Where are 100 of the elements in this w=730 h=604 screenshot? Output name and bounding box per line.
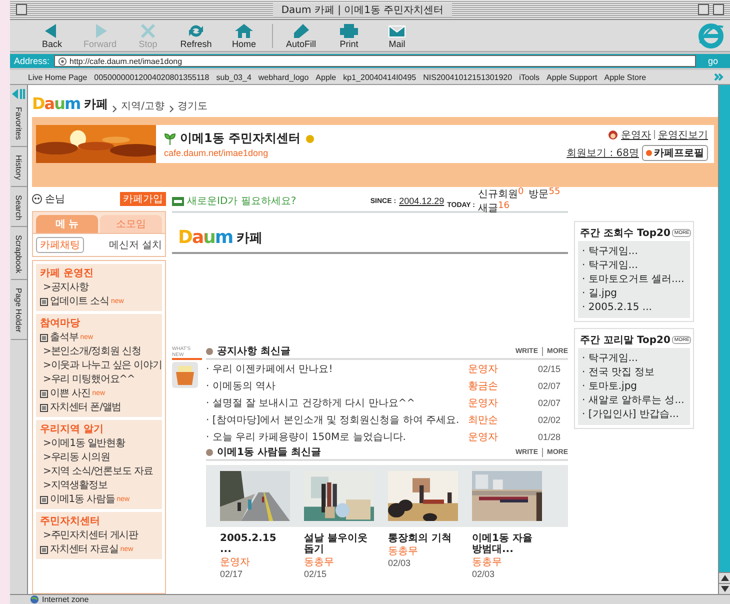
stat-label: 신규회원 <box>478 188 518 201</box>
ranking-item[interactable]: · 전국 맛집 정보 <box>582 366 686 379</box>
menu-link[interactable]: >지역 소식/언론보도 자료 <box>40 465 153 479</box>
favorite-link[interactable]: Apple Store <box>604 72 646 82</box>
favorite-link[interactable]: Apple <box>316 72 336 82</box>
pen-icon <box>291 22 311 38</box>
post-title[interactable]: · [참여마당]에서 본인소개 및 정회원신청을 하여 주세요. <box>206 412 468 426</box>
ranking-title: 주간 조회수 Top20 <box>580 227 670 240</box>
favorite-link[interactable]: sub_03_4 <box>216 72 252 82</box>
post-title[interactable]: 2005.2.15 ... <box>220 533 290 555</box>
ranking-item[interactable]: · 토마토.jpg <box>582 380 686 393</box>
favorite-link[interactable]: 00500000012004020801355118 <box>94 72 210 82</box>
post-author: 황금손 <box>468 380 499 392</box>
board-title[interactable]: 이메1동 사람들 최신글 <box>217 445 321 459</box>
ranking-item[interactable]: · 탁구게임... <box>582 259 686 272</box>
menu-link[interactable]: 출석부 <box>50 331 78 345</box>
board-title[interactable]: 공지사항 최신글 <box>217 344 290 358</box>
ranking-item[interactable]: · 토마토오거트 셀러.... <box>582 273 686 286</box>
favorite-link[interactable]: iTools <box>519 72 540 82</box>
breadcrumb-link[interactable]: 지역/고향 <box>121 99 165 113</box>
menu-link[interactable]: 업데이트 소식 <box>50 295 109 309</box>
zoom-box[interactable] <box>698 4 709 15</box>
toolbar-button[interactable]: Back <box>28 22 76 48</box>
profile-button[interactable]: 카페프로필 <box>642 144 708 160</box>
toolbar-button[interactable]: Home <box>220 22 268 48</box>
post-title[interactable]: · 우리 이젠카페에서 만나요! <box>206 362 468 376</box>
favorite-link[interactable]: Apple Support <box>546 72 598 82</box>
ranking-item[interactable]: · 탁구게임... <box>582 245 686 258</box>
menu-link[interactable]: 자치센터 폰/앨범 <box>50 401 122 415</box>
toolbar-button[interactable]: AutoFill <box>277 22 325 48</box>
ranking-title: 주간 꼬리말 Top20 <box>580 334 670 347</box>
up-arrow-icon[interactable] <box>720 575 728 581</box>
address-field[interactable]: http://cafe.daum.net/imae1dong <box>54 55 696 67</box>
cafe-label[interactable]: 카페 <box>84 96 108 113</box>
chevron-icon <box>168 105 174 113</box>
text-link[interactable]: 운영진보기 <box>658 128 708 142</box>
menu-link[interactable]: 자치센터 자료실 <box>50 543 118 557</box>
post-date: 02/02 <box>538 414 562 424</box>
home-icon <box>234 22 254 38</box>
sprout-icon <box>164 132 176 144</box>
messenger-link[interactable]: 메신저 설치 <box>108 238 162 252</box>
post-author: 운영자 <box>468 362 499 376</box>
collapse-box[interactable] <box>712 4 724 15</box>
post-date: 02/03 <box>472 569 496 579</box>
post-title[interactable]: 설날 불우이웃 돕기 <box>304 533 374 555</box>
menu-link[interactable]: >본인소개/정회원 신청 <box>40 345 141 359</box>
explorer-tab[interactable]: Search <box>10 188 26 228</box>
bullet-icon <box>206 348 213 354</box>
user-name: 손님 <box>45 193 65 206</box>
down-arrow-icon[interactable] <box>720 586 728 592</box>
post-author: 동총무 <box>472 556 503 569</box>
ranking-item[interactable]: · 새알로 알하루는 성... <box>582 394 686 407</box>
globe-icon <box>30 595 39 604</box>
address-label: Address: <box>14 56 50 66</box>
menu-link[interactable]: >주민자치센터 게시판 <box>40 529 138 543</box>
favorite-link[interactable]: kp1_20040414I0495 <box>343 72 416 82</box>
menu-link[interactable]: >공지사항 <box>40 281 88 295</box>
post-title[interactable]: 통장회의 기척 <box>388 533 458 544</box>
globe-icon <box>58 56 67 66</box>
close-box[interactable] <box>16 4 27 15</box>
stat-value: 0 <box>518 187 524 199</box>
ranking-item[interactable]: · 길.jpg <box>582 287 686 300</box>
menu-link[interactable]: >우리 미팅했어요^^ <box>40 373 135 387</box>
post-title[interactable]: · 이메동의 역사 <box>206 378 468 392</box>
post-author: 운영자 <box>468 430 499 444</box>
menu-link[interactable]: 이쁜 사진 <box>50 387 90 401</box>
post-title[interactable]: · 오늘 우리 카페용량이 150M로 늘었습니다. <box>206 430 468 444</box>
status-text: Internet zone <box>42 595 89 604</box>
section-title: 카페 운영진 <box>40 267 94 281</box>
post-title[interactable]: · 설명절 잘 보내시고 건강하게 다시 만나요^^ <box>206 396 468 410</box>
printer-icon <box>339 22 359 38</box>
ranking-item[interactable]: · 탁구게임... <box>582 352 686 365</box>
members-link[interactable]: 회원보기 : 68명 <box>566 146 639 160</box>
toolbar-button[interactable]: Print <box>325 22 373 48</box>
explorer-tab[interactable]: Page Holder <box>10 282 26 340</box>
post-title[interactable]: 이메1동 자율방범대... <box>472 533 542 555</box>
favorite-link[interactable]: Live Home Page <box>28 72 88 82</box>
menu-link[interactable]: 이메1동 사람들 <box>50 493 115 507</box>
stat-value: 55 <box>548 187 560 199</box>
text-link[interactable]: 운영자 <box>621 128 651 142</box>
explorer-tab[interactable]: History <box>10 148 26 187</box>
board-icon <box>40 298 48 306</box>
toolbar-button[interactable]: Mail <box>373 22 421 48</box>
cafe-title: 이메1동 주민자치센터 <box>180 130 301 147</box>
explorer-tab[interactable]: Scrapbook <box>10 229 26 280</box>
post-author: 최만순 <box>468 414 499 426</box>
favorite-link[interactable]: NIS20041012151301920 <box>423 72 512 82</box>
explorer-tab[interactable]: Favorites <box>10 101 26 147</box>
menu-link[interactable]: >지역생활정보 <box>40 479 108 493</box>
ranking-item[interactable]: · 2005.2.15 ... <box>582 301 686 314</box>
scrollbar[interactable] <box>718 85 730 594</box>
notice-link[interactable]: 새로운ID가 필요하세요? <box>187 194 296 208</box>
favorite-link[interactable]: webhard_logo <box>258 72 309 82</box>
breadcrumb-link[interactable]: 경기도 <box>178 99 208 113</box>
menu-link[interactable]: >이웃과 나누고 싶은 이야기 <box>40 359 162 373</box>
menu-link[interactable]: >이메1동 일반현황 <box>40 437 125 451</box>
menu-link[interactable]: >우리동 시의원 <box>40 451 110 465</box>
ranking-item[interactable]: · [가입인사] 반갑습... <box>582 408 686 421</box>
toolbar-button[interactable]: Refresh <box>172 22 220 48</box>
stat-value: 16 <box>498 201 510 213</box>
